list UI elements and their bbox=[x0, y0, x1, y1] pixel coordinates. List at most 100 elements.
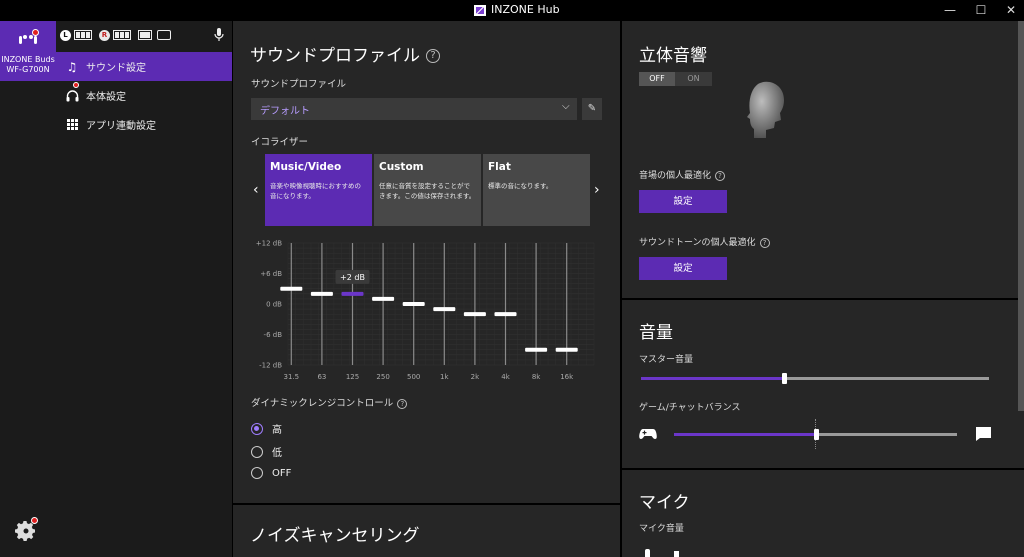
preset-title: Music/Video bbox=[270, 161, 342, 173]
status-row: L R bbox=[60, 27, 171, 43]
radio-option-low[interactable]: 低 bbox=[251, 444, 282, 459]
x-tick-label: 4k bbox=[501, 373, 510, 381]
right-battery-icon bbox=[113, 30, 131, 40]
radio-button[interactable] bbox=[251, 445, 263, 458]
preset-title: Custom bbox=[379, 161, 424, 173]
preset-card-flat[interactable]: Flat 標準の音になります。 bbox=[483, 154, 590, 226]
minimize-button[interactable]: — bbox=[935, 0, 965, 21]
sidebar-item-app-link[interactable]: アプリ連動設定 bbox=[56, 110, 232, 139]
scrollbar[interactable] bbox=[1018, 21, 1024, 411]
chevron-down-icon: ⌵ bbox=[562, 101, 570, 112]
profile-field-label: サウンドプロファイル bbox=[251, 79, 347, 90]
sound-tone-settings-button[interactable]: 設定 bbox=[639, 257, 727, 280]
chat-bubble-icon bbox=[976, 427, 991, 441]
close-button[interactable]: ✕ bbox=[996, 0, 1024, 21]
dynamic-range-heading: ダイナミックレンジコントロール? bbox=[251, 395, 408, 409]
radio-option-high[interactable]: 高 bbox=[251, 421, 282, 436]
eq-band-handle bbox=[402, 302, 425, 306]
preset-card-music-video[interactable]: Music/Video 音楽や映像視聴時におすすめの音になります。 bbox=[265, 154, 372, 226]
device-name-line1: INZONE Buds bbox=[1, 55, 55, 64]
inzone-logo-icon bbox=[474, 5, 486, 16]
spatial-audio-heading: 立体音響 bbox=[639, 46, 707, 66]
game-chat-balance-slider[interactable] bbox=[674, 419, 957, 449]
left-bud-indicator: L bbox=[60, 29, 71, 41]
x-tick-label: 1k bbox=[440, 373, 449, 381]
master-volume-slider[interactable] bbox=[641, 373, 989, 384]
radio-button[interactable] bbox=[251, 422, 263, 435]
preset-description: 標準の音になります。 bbox=[488, 182, 553, 190]
slider-thumb[interactable] bbox=[814, 429, 819, 440]
eq-band-handle bbox=[280, 286, 303, 291]
eq-band-handle bbox=[433, 307, 456, 312]
gamepad-icon bbox=[639, 429, 657, 439]
mic-volume-icon bbox=[645, 549, 650, 557]
x-tick-label: 8k bbox=[532, 373, 541, 381]
equalizer-chart[interactable]: +12 dB +6 dB 0 dB -6 dB -12 dB31.5 63 125 +2 dB… bbox=[252, 236, 602, 386]
headset-icon bbox=[65, 89, 79, 103]
dynamic-range-label: ダイナミックレンジコントロール bbox=[251, 398, 394, 409]
device-name: INZONE Buds WF-G700N bbox=[0, 55, 56, 75]
sound-tone-label: サウンドトーンの個人最適化 bbox=[639, 238, 756, 248]
left-battery-icon bbox=[74, 30, 92, 40]
sound-profile-heading: サウンドプロファイル? bbox=[250, 41, 440, 66]
preset-next-arrow[interactable]: › bbox=[594, 182, 600, 198]
grid-icon bbox=[65, 118, 79, 132]
eq-band-handle bbox=[494, 312, 517, 317]
profile-dropdown-value: デフォルト bbox=[260, 106, 310, 117]
sidebar-item-label: アプリ連動設定 bbox=[86, 121, 156, 132]
right-bud-indicator: R bbox=[99, 29, 110, 41]
help-icon[interactable]: ? bbox=[426, 49, 440, 63]
mic-heading: マイク bbox=[639, 493, 690, 513]
maximize-button[interactable]: ☐ bbox=[966, 0, 996, 21]
spatial-toggle[interactable]: OFF ON bbox=[639, 72, 712, 86]
preset-description: 任意に音質を設定することができます。この値は保存されます。 bbox=[379, 182, 476, 200]
slider-fill bbox=[674, 433, 816, 436]
game-chat-balance-label: ゲーム/チャットバランス bbox=[639, 403, 741, 413]
slider-thumb[interactable] bbox=[782, 373, 787, 384]
radio-option-off[interactable]: OFF bbox=[251, 467, 291, 479]
edit-profile-button[interactable]: ✎ bbox=[582, 98, 602, 120]
microphone-icon bbox=[214, 28, 224, 41]
personal-field-heading: 音場の個人最適化? bbox=[639, 168, 726, 181]
case-icon bbox=[157, 30, 171, 40]
device-settings-notification-dot bbox=[73, 82, 79, 88]
x-tick-label: 63 bbox=[317, 373, 326, 381]
sidebar-item-sound-settings[interactable]: ♫ サウンド設定 bbox=[56, 52, 232, 81]
eq-band-handle bbox=[310, 291, 333, 296]
sidebar-item-device-settings[interactable]: 本体設定 bbox=[56, 81, 232, 110]
help-icon[interactable]: ? bbox=[715, 170, 726, 181]
eq-tooltip-text: +2 dB bbox=[340, 273, 365, 282]
x-tick-label: 16k bbox=[560, 373, 574, 381]
noise-cancel-heading: ノイズキャンセリング bbox=[250, 526, 420, 546]
preset-description: 音楽や映像視聴時におすすめの音になります。 bbox=[270, 182, 361, 200]
radio-label: 高 bbox=[272, 425, 282, 436]
preset-title: Flat bbox=[488, 161, 511, 173]
preset-card-custom[interactable]: Custom 任意に音質を設定することができます。この値は保存されます。 bbox=[374, 154, 481, 226]
toggle-on-option[interactable]: ON bbox=[675, 72, 712, 86]
x-tick-label: 125 bbox=[346, 373, 359, 381]
y-tick-label: -12 dB bbox=[259, 362, 282, 370]
radio-label: 低 bbox=[272, 448, 282, 459]
volume-panel bbox=[622, 300, 1024, 468]
y-tick-label: +6 dB bbox=[260, 270, 282, 278]
help-icon[interactable]: ? bbox=[759, 237, 770, 248]
personal-field-settings-button[interactable]: 設定 bbox=[639, 190, 727, 213]
sidebar-item-label: 本体設定 bbox=[86, 92, 126, 103]
x-tick-label: 2k bbox=[471, 373, 480, 381]
toggle-off-option[interactable]: OFF bbox=[639, 72, 675, 86]
preset-prev-arrow[interactable]: ‹ bbox=[253, 182, 259, 198]
help-icon[interactable]: ? bbox=[397, 398, 408, 409]
eq-band-handle bbox=[341, 291, 364, 296]
device-model: WF-G700N bbox=[6, 65, 50, 74]
x-tick-label: 500 bbox=[407, 373, 420, 381]
slider-fill bbox=[641, 377, 784, 380]
eq-band-handle bbox=[372, 296, 395, 301]
radio-button[interactable] bbox=[251, 467, 263, 479]
sidebar-item-label: サウンド設定 bbox=[86, 63, 146, 74]
eq-band-handle bbox=[463, 312, 486, 317]
radio-label: OFF bbox=[272, 467, 292, 479]
head-3d-icon bbox=[747, 81, 784, 138]
mic-volume-label: マイク音量 bbox=[639, 524, 684, 534]
y-tick-label: +12 dB bbox=[256, 240, 282, 248]
eq-band-handle bbox=[555, 347, 578, 352]
